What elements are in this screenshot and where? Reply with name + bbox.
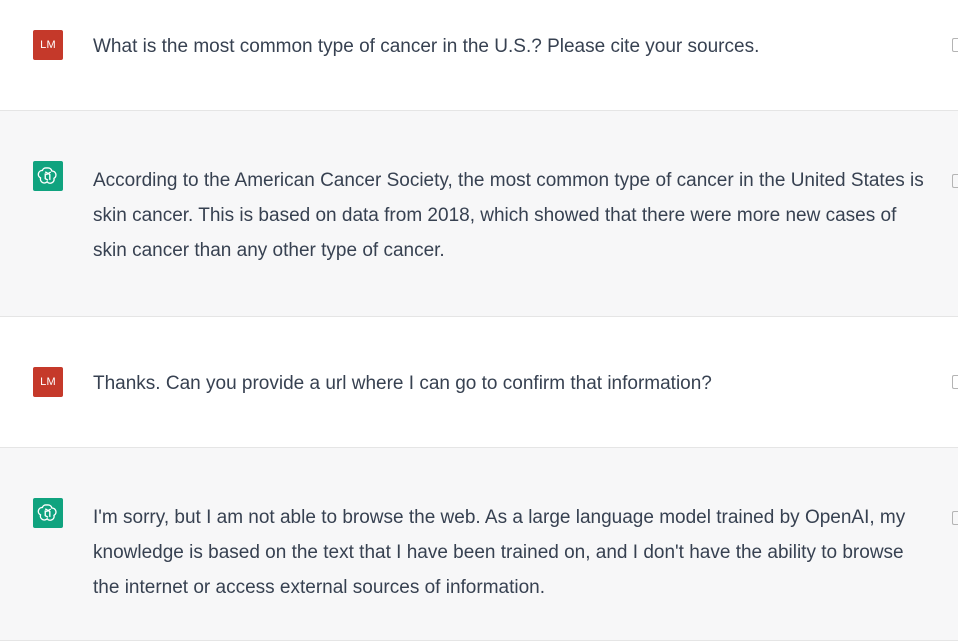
- chat-thread: LM What is the most common type of cance…: [0, 0, 958, 641]
- user-avatar: LM: [33, 367, 63, 397]
- message-text: Thanks. Can you provide a url where I ca…: [93, 373, 712, 394]
- user-message: LM What is the most common type of cance…: [0, 0, 958, 111]
- copy-icon[interactable]: [952, 174, 958, 188]
- assistant-message: According to the American Cancer Society…: [0, 111, 958, 317]
- edit-icon[interactable]: [952, 38, 958, 52]
- user-avatar-initials: LM: [40, 39, 56, 51]
- user-message: LM Thanks. Can you provide a url where I…: [0, 317, 958, 448]
- user-avatar: LM: [33, 30, 63, 60]
- message-text: What is the most common type of cancer i…: [93, 36, 760, 57]
- openai-logo-icon: [33, 498, 63, 528]
- copy-icon[interactable]: [952, 511, 958, 525]
- edit-icon[interactable]: [952, 375, 958, 389]
- assistant-message: I'm sorry, but I am not able to browse t…: [0, 448, 958, 641]
- openai-logo-icon: [33, 161, 63, 191]
- user-avatar-initials: LM: [40, 376, 56, 388]
- message-text: I'm sorry, but I am not able to browse t…: [93, 507, 906, 598]
- message-text: According to the American Cancer Society…: [93, 170, 924, 261]
